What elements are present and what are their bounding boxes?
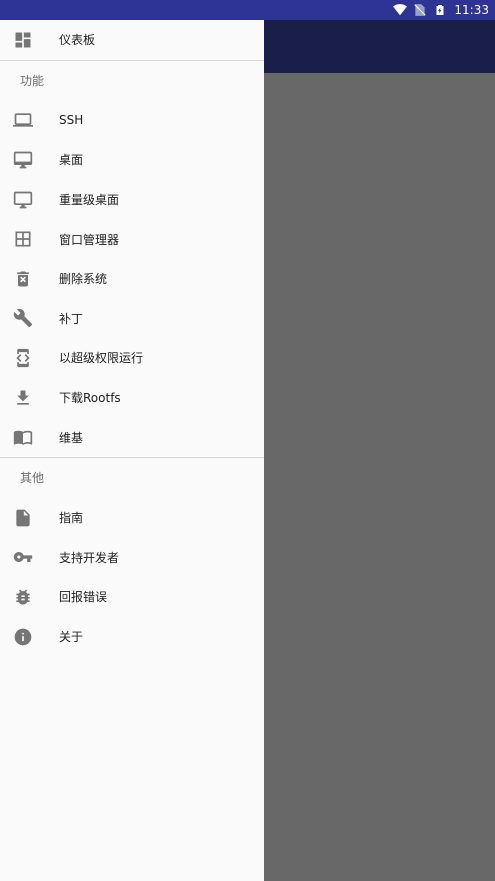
- monitor-icon: [13, 110, 33, 130]
- no-sim-icon: [412, 3, 428, 17]
- drawer-item-patch[interactable]: 补丁: [0, 299, 264, 339]
- desktop-icon: [13, 150, 33, 170]
- drawer-item-label: SSH: [59, 113, 84, 128]
- drawer-item-window-manager[interactable]: 窗口管理器: [0, 219, 264, 259]
- drawer-item-wiki[interactable]: 维基: [0, 417, 264, 457]
- download-icon: [13, 388, 33, 408]
- drawer-item-label: 仪表板: [59, 33, 96, 48]
- drawer-item-label: 下载Rootfs: [59, 391, 121, 406]
- drawer-item-delete-system[interactable]: 删除系统: [0, 259, 264, 299]
- app-bar: [264, 20, 495, 73]
- trash-icon: [13, 269, 33, 289]
- drawer-item-download-rootfs[interactable]: 下载Rootfs: [0, 378, 264, 418]
- drawer-item-label: 以超级权限运行: [59, 351, 144, 366]
- window-grid-icon: [13, 229, 33, 249]
- drawer-item-report-bug[interactable]: 回报错误: [0, 577, 264, 617]
- status-bar: 11:33: [0, 0, 495, 20]
- drawer-item-dashboard[interactable]: 仪表板: [0, 20, 264, 60]
- desktop-icon: [13, 190, 33, 210]
- drawer-item-desktop[interactable]: 桌面: [0, 140, 264, 180]
- navigation-drawer: 仪表板 功能 SSH 桌面 重量级桌面 窗口管理器 删除系统 补丁 以超级权限运…: [0, 20, 264, 881]
- clock: 11:33: [454, 3, 489, 17]
- section-header-features: 功能: [20, 74, 45, 89]
- drawer-item-ssh[interactable]: SSH: [0, 101, 264, 141]
- drawer-item-label: 重量级桌面: [59, 193, 120, 208]
- info-icon: [13, 627, 33, 647]
- wrench-icon: [13, 308, 33, 328]
- drawer-scrim[interactable]: [264, 20, 495, 881]
- drawer-item-label: 窗口管理器: [59, 232, 120, 247]
- key-icon: [13, 547, 33, 567]
- drawer-item-label: 支持开发者: [59, 550, 120, 565]
- drawer-item-support-developer[interactable]: 支持开发者: [0, 538, 264, 578]
- drawer-item-heavy-desktop[interactable]: 重量级桌面: [0, 180, 264, 220]
- dashboard-icon: [13, 30, 33, 50]
- document-icon: [13, 508, 33, 528]
- drawer-item-label: 关于: [59, 630, 84, 645]
- drawer-item-label: 桌面: [59, 153, 84, 168]
- battery-charging-icon: [432, 3, 448, 17]
- drawer-item-label: 维基: [59, 430, 84, 445]
- developer-mode-icon: [13, 348, 33, 368]
- bug-icon: [13, 587, 33, 607]
- section-header-other: 其他: [20, 471, 45, 486]
- wifi-icon: [392, 3, 408, 17]
- drawer-item-label: 删除系统: [59, 272, 108, 287]
- drawer-item-label: 回报错误: [59, 590, 108, 605]
- drawer-item-guide[interactable]: 指南: [0, 498, 264, 538]
- drawer-item-label: 补丁: [59, 311, 84, 326]
- drawer-item-label: 指南: [59, 511, 84, 526]
- book-icon: [13, 427, 33, 447]
- drawer-item-about[interactable]: 关于: [0, 617, 264, 657]
- drawer-item-run-as-root[interactable]: 以超级权限运行: [0, 338, 264, 378]
